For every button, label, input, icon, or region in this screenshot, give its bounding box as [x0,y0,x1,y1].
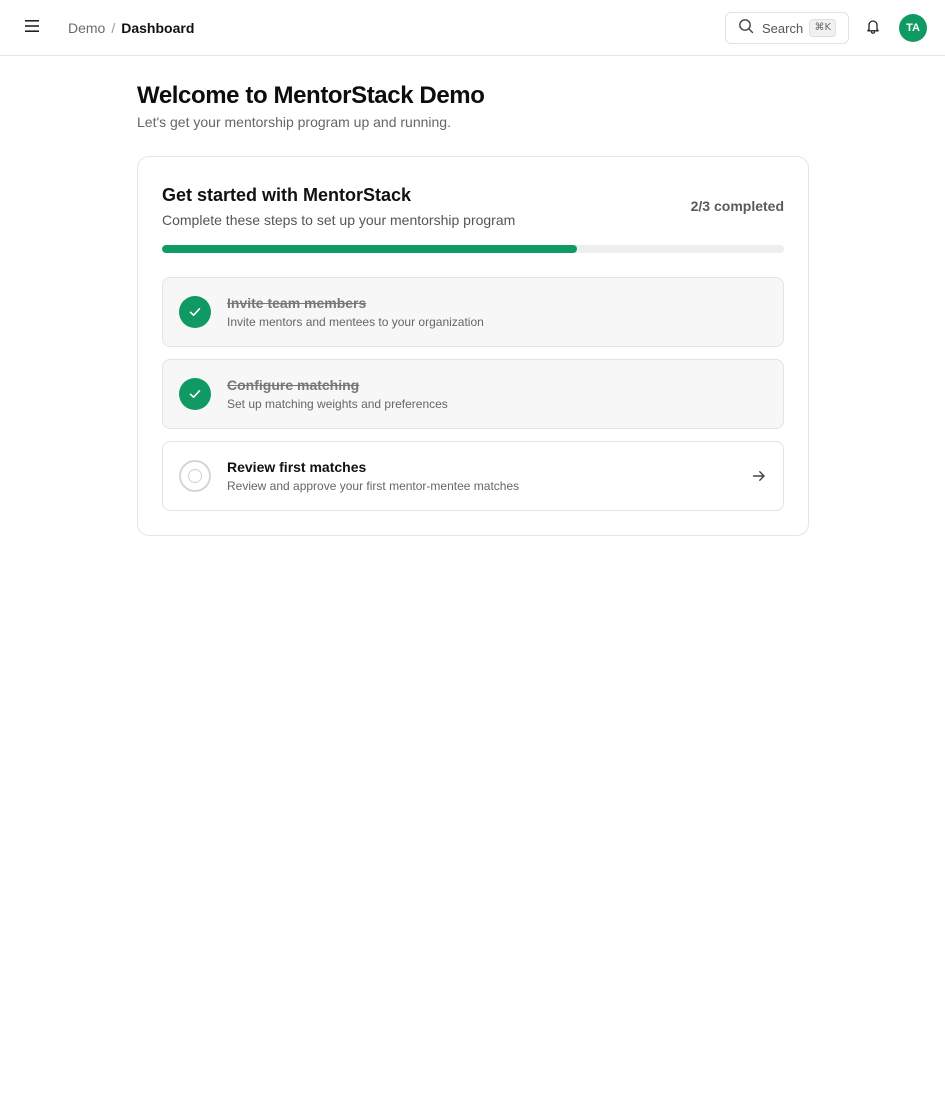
breadcrumb-demo-link[interactable]: Demo [68,18,105,38]
page-title: Welcome to MentorStack Demo [137,82,485,109]
step-title: Configure matching [227,377,360,393]
onboarding-step-configure-matching[interactable]: Configure matching Set up matching weigh… [162,359,784,429]
onboarding-step-review-matches[interactable]: Review first matches Review and approve … [162,441,784,511]
check-icon [179,296,211,328]
step-title: Invite team members [227,295,367,311]
page-subtitle: Let's get your mentorship program up and… [137,114,451,130]
notifications-button[interactable] [861,16,885,40]
step-description: Set up matching weights and preferences [227,397,448,411]
onboarding-card: Get started with MentorStack Complete th… [137,156,809,536]
search-label: Search [762,20,804,36]
onboarding-title: Get started with MentorStack [162,185,412,205]
breadcrumb-separator: / [111,20,116,36]
step-description: Review and approve your first mentor-men… [227,479,520,493]
menu-button[interactable] [20,16,44,40]
top-bar: Demo / Dashboard Search ⌘K TA [0,0,945,56]
breadcrumb: Demo / Dashboard [68,18,194,38]
arrow-right-icon [751,468,767,484]
search-button[interactable]: Search ⌘K [725,12,849,44]
pending-circle-icon [179,460,211,492]
menu-icon [25,19,39,37]
bell-icon [865,18,881,39]
progress-bar-fill [162,245,577,253]
progress-bar [162,245,784,253]
onboarding-step-invite-team[interactable]: Invite team members Invite mentors and m… [162,277,784,347]
search-icon [738,18,754,39]
step-description: Invite mentors and mentees to your organ… [227,315,484,329]
progress-count: 2/3 completed [690,198,784,214]
onboarding-subtitle: Complete these steps to set up your ment… [162,212,516,228]
user-avatar[interactable]: TA [899,14,927,42]
breadcrumb-current-page: Dashboard [121,20,195,36]
search-shortcut-badge: ⌘K [809,19,836,37]
check-icon [179,378,211,410]
step-title: Review first matches [227,459,367,475]
